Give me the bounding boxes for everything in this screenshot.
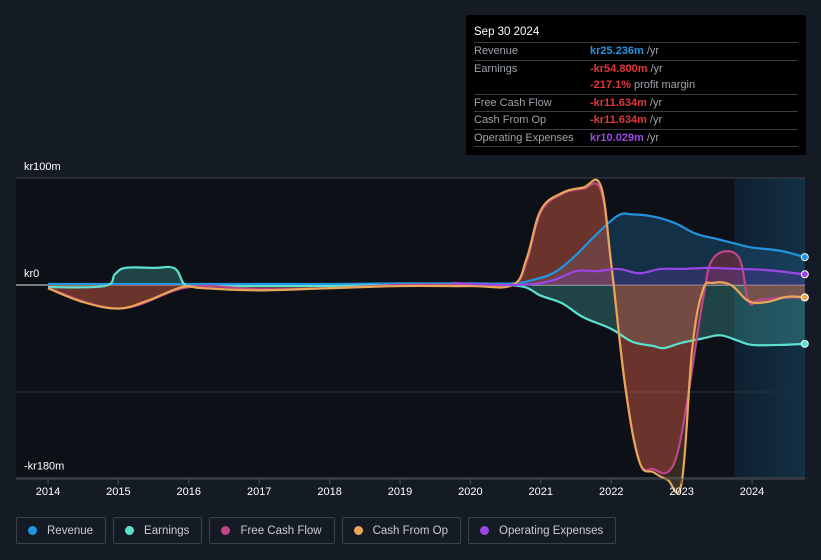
legend-label: Revenue [47, 524, 94, 537]
legend-item-revenue[interactable]: Revenue [16, 517, 107, 544]
tooltip-row: Free Cash Flow -kr11.634m/yr [474, 93, 798, 112]
legend-label: Operating Expenses [499, 524, 604, 537]
tooltip-row-label: Earnings [474, 62, 518, 75]
x-tick-label: 2019 [388, 486, 412, 498]
tooltip-row-unit: profit margin [633, 79, 696, 91]
x-tick-label: 2023 [669, 486, 693, 498]
legend-item-cash-from-op[interactable]: Cash From Op [341, 517, 462, 544]
legend-dot-icon [28, 526, 37, 535]
x-tick-label: 2014 [36, 486, 60, 498]
tooltip-row-value: -kr54.800m [590, 62, 648, 75]
legend-item-operating-expenses[interactable]: Operating Expenses [468, 517, 617, 544]
x-tick-label: 2022 [599, 486, 623, 498]
x-tick-label: 2020 [458, 486, 482, 498]
x-tick-label: 2024 [740, 486, 764, 498]
tooltip-row-value: -kr11.634m [590, 96, 647, 109]
legend-dot-icon [353, 526, 363, 535]
tooltip-date: Sep 30 2024 [474, 26, 540, 38]
x-tick-label: 2016 [177, 486, 201, 498]
tooltip-row-unit: /yr [650, 62, 663, 75]
tooltip-row: Operating Expenses kr10.029m/yr [474, 128, 798, 147]
tooltip-row: -217.1% profit margin [474, 77, 798, 94]
earnings-endpoint [800, 339, 809, 348]
tooltip-row-unit: /yr [646, 45, 660, 57]
x-tick-label: 2015 [106, 486, 130, 498]
tooltip-row: Cash From Op -kr11.634m/yr [474, 111, 798, 129]
y-tick-label: kr0 [24, 268, 39, 280]
tooltip-row-label: Operating Expenses [474, 131, 574, 144]
y-tick-label: -kr180m [24, 461, 64, 473]
revenue-endpoint [800, 253, 809, 262]
tooltip-row-value: -kr11.634m [590, 114, 647, 126]
tooltip-row-unit: /yr [646, 131, 660, 144]
tooltip-row: Earnings -kr54.800m/yr [474, 59, 798, 78]
x-tick-label: 2017 [247, 486, 271, 498]
x-tick-label: 2018 [317, 486, 341, 498]
tooltip-row-value: kr25.236m [590, 45, 644, 57]
legend-item-earnings[interactable]: Earnings [113, 517, 203, 544]
tooltip-row-unit: /yr [649, 114, 663, 126]
legend-dot-icon [125, 526, 135, 535]
legend: Revenue Earnings Free Cash Flow Cash From O… [16, 517, 617, 544]
tooltip-row: Revenue kr25.236m/yr [474, 42, 798, 60]
legend-dot-icon [480, 526, 490, 535]
y-tick-label: kr100m [24, 161, 61, 173]
tooltip-row-value: kr10.029m [590, 131, 644, 144]
tooltip-row-label: Cash From Op [474, 114, 547, 126]
tooltip-row-label [474, 77, 590, 94]
x-tick-label: 2021 [529, 486, 553, 498]
legend-dot-icon [221, 526, 231, 535]
legend-item-free-cash-flow[interactable]: Free Cash Flow [209, 517, 335, 544]
tooltip: Sep 30 2024 Revenue kr25.236m/yr Earnings -… [466, 15, 806, 155]
legend-label: Earnings [144, 524, 190, 537]
legend-label: Free Cash Flow [240, 524, 322, 537]
cash-from-op-endpoint [800, 293, 809, 302]
tooltip-row-unit: /yr [649, 96, 663, 109]
tooltip-row-label: Free Cash Flow [474, 96, 552, 109]
tooltip-row-label: Revenue [474, 45, 519, 57]
tooltip-row-value: -217.1% [590, 79, 631, 91]
legend-label: Cash From Op [372, 524, 449, 537]
operating-expenses-endpoint [800, 270, 809, 279]
